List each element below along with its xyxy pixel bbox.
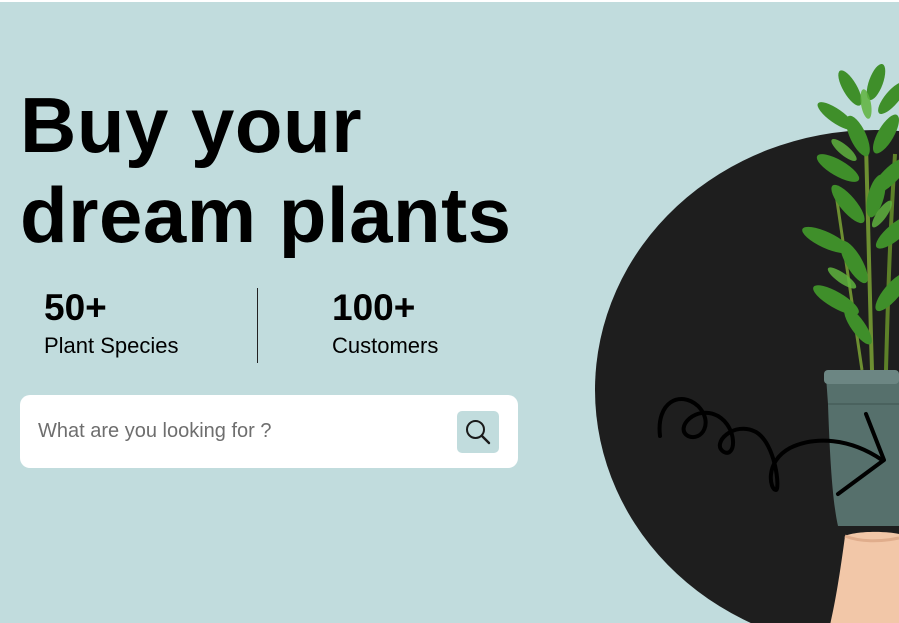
stat-customers: 100+ Customers	[332, 286, 438, 360]
stats-divider	[257, 288, 258, 363]
squiggle-arrow	[657, 397, 886, 496]
plant-image	[802, 64, 899, 623]
stat-value: 50+	[44, 287, 107, 328]
stat-label: Customers	[332, 333, 439, 358]
search-icon	[466, 420, 491, 445]
stat-value: 100+	[332, 287, 416, 328]
search-button[interactable]	[457, 411, 499, 453]
hero-section: Buy your dream plants 50+ Plant Species …	[0, 2, 899, 623]
stat-label: Plant Species	[44, 333, 179, 358]
stats-row: 50+ Plant Species 100+ Customers	[0, 286, 520, 366]
search-bar	[20, 395, 518, 468]
hero-headline: Buy your dream plants	[20, 80, 511, 260]
headline-line-1: Buy your	[20, 81, 363, 169]
stat-plant-species: 50+ Plant Species	[44, 286, 179, 360]
headline-line-2: dream plants	[20, 171, 512, 259]
search-input[interactable]	[38, 413, 438, 449]
